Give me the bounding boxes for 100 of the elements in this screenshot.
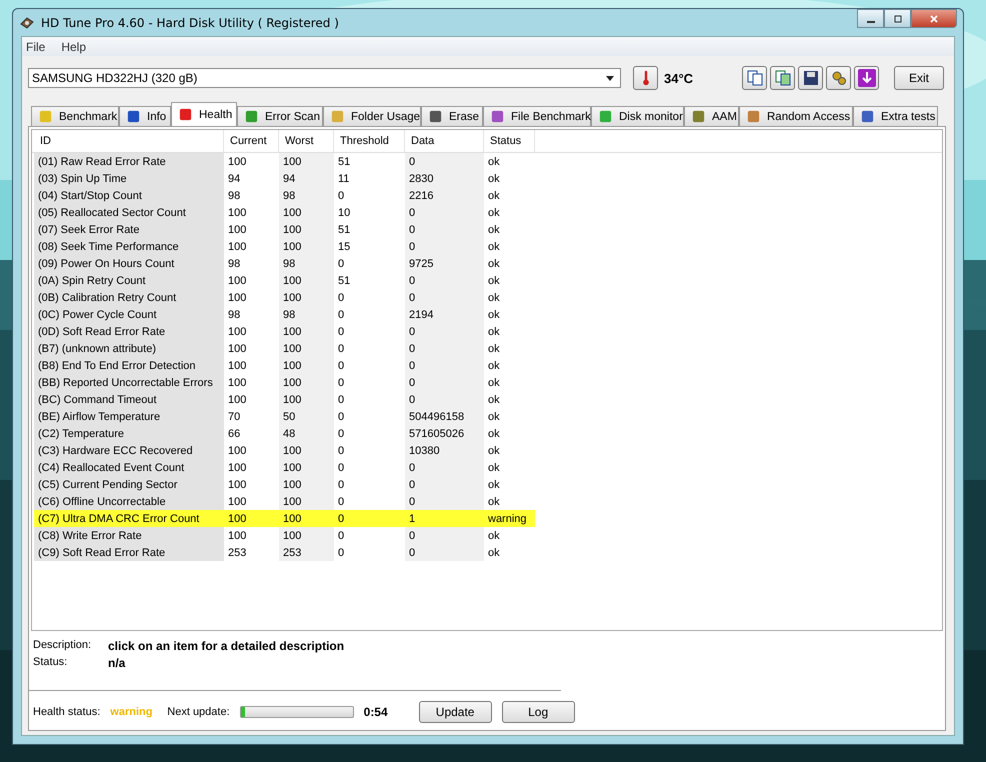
table-cell: (0D) Soft Read Error Rate — [34, 323, 224, 340]
tab[interactable]: Folder Usage — [323, 106, 421, 126]
tab[interactable]: Info — [119, 106, 171, 126]
tab-icon — [428, 109, 443, 124]
table-cell: 0 — [405, 221, 484, 238]
table-cell: 0 — [334, 510, 405, 527]
tab-icon — [691, 109, 706, 124]
table-cell: 98 — [279, 187, 334, 204]
table-cell: warning — [484, 510, 535, 527]
table-cell: 0 — [405, 238, 484, 255]
download-button[interactable] — [854, 66, 880, 90]
tab[interactable]: Random Access — [739, 106, 853, 126]
maximize-button[interactable] — [884, 9, 911, 28]
tab[interactable]: Error Scan — [237, 106, 323, 126]
table-cell: 504496158 — [405, 408, 484, 425]
menu-item[interactable]: File — [26, 40, 46, 54]
column-header[interactable]: Worst — [279, 130, 334, 152]
detail-value: n/a — [108, 656, 126, 670]
table-cell: (C6) Offline Uncorrectable — [34, 493, 224, 510]
table-cell: (0B) Calibration Retry Count — [34, 289, 224, 306]
table-cell: (04) Start/Stop Count — [34, 187, 224, 204]
tab-icon — [860, 109, 875, 124]
table-cell: 2194 — [405, 306, 484, 323]
table-cell: 0 — [405, 391, 484, 408]
table-cell: 0 — [405, 493, 484, 510]
table-cell: (C2) Temperature — [34, 425, 224, 442]
caret-icon — [606, 76, 614, 80]
close-button[interactable] — [911, 9, 957, 28]
detail-value: click on an item for a detailed description — [108, 639, 344, 653]
table-cell: 9725 — [405, 255, 484, 272]
table-cell: 0 — [405, 527, 484, 544]
table-cell: 100 — [279, 391, 334, 408]
table-cell: 100 — [279, 527, 334, 544]
exit-button[interactable]: Exit — [894, 66, 944, 90]
drive-dropdown[interactable]: SAMSUNG HD322HJ (320 gB) — [28, 68, 621, 88]
copy-button[interactable] — [742, 66, 768, 90]
table-cell: 571605026 — [405, 425, 484, 442]
window-title: HD Tune Pro 4.60 - Hard Disk Utility ( Registered ) — [41, 16, 339, 30]
maximize-icon — [892, 14, 902, 24]
table-cell: 100 — [279, 340, 334, 357]
column-header[interactable]: Current — [224, 130, 279, 152]
table-cell: (C4) Reallocated Event Count — [34, 459, 224, 476]
table-cell: 0 — [405, 374, 484, 391]
table-cell: 1 — [405, 510, 484, 527]
menu-item[interactable]: Help — [61, 40, 86, 54]
detail-label: Description: — [33, 639, 92, 653]
temperature: 34°C — [664, 70, 694, 86]
tab[interactable]: Health — [171, 102, 237, 126]
minimize-button[interactable] — [857, 9, 884, 28]
table-cell: 98 — [279, 255, 334, 272]
column-header[interactable]: Status — [484, 130, 535, 152]
countdown: 0:54 — [364, 705, 389, 719]
close-icon — [929, 14, 939, 24]
thermometer-button[interactable] — [633, 66, 658, 90]
table-cell: 0 — [405, 153, 484, 170]
settings-button[interactable] — [826, 66, 852, 90]
table-cell: 0 — [405, 476, 484, 493]
tab-icon — [178, 107, 193, 122]
update-button[interactable]: Update — [418, 701, 492, 723]
tab-icon — [490, 109, 505, 124]
tab-icon — [38, 109, 53, 124]
tab[interactable]: Disk monitor — [591, 106, 684, 126]
table-cell: (C8) Write Error Rate — [34, 527, 224, 544]
column-header[interactable]: ID — [34, 130, 224, 152]
tab[interactable]: Benchmark — [31, 106, 119, 126]
column-header[interactable]: Data — [405, 130, 484, 152]
table-cell: (BC) Command Timeout — [34, 391, 224, 408]
table-cell: (08) Seek Time Performance — [34, 238, 224, 255]
table-cell: (C9) Soft Read Error Rate — [34, 544, 224, 561]
table-cell: (B7) (unknown attribute) — [34, 340, 224, 357]
table-cell: 2830 — [405, 170, 484, 187]
column-header[interactable]: Threshold — [334, 130, 405, 152]
tab[interactable]: AAM — [684, 106, 739, 126]
table-cell: 100 — [279, 289, 334, 306]
table-cell: 100 — [279, 476, 334, 493]
tab[interactable]: File Benchmark — [483, 106, 591, 126]
table-cell: 100 — [279, 323, 334, 340]
table-cell: 100 — [279, 221, 334, 238]
download-icon — [858, 69, 876, 87]
table-cell: 100 — [279, 442, 334, 459]
table-cell: 50 — [279, 408, 334, 425]
table-cell: 2216 — [405, 187, 484, 204]
table-cell: (BE) Airflow Temperature — [34, 408, 224, 425]
tab-icon — [330, 109, 345, 124]
table-cell: 0 — [405, 323, 484, 340]
table-cell: 48 — [279, 425, 334, 442]
health-status-label: Health status: — [33, 706, 100, 718]
table-cell: 100 — [279, 357, 334, 374]
table-cell: (0A) Spin Retry Count — [34, 272, 224, 289]
tab[interactable]: Extra tests — [853, 106, 938, 126]
table-cell: 0 — [405, 544, 484, 561]
table-cell: 100 — [279, 510, 334, 527]
table-cell: 100 — [224, 510, 279, 527]
copy-all-button[interactable] — [770, 66, 796, 90]
tab[interactable]: Erase — [421, 106, 483, 126]
table-cell: 98 — [279, 306, 334, 323]
save-button[interactable] — [798, 66, 824, 90]
log-button[interactable]: Log — [502, 701, 575, 723]
table-cell: (C3) Hardware ECC Recovered — [34, 442, 224, 459]
table-cell: 0 — [405, 272, 484, 289]
